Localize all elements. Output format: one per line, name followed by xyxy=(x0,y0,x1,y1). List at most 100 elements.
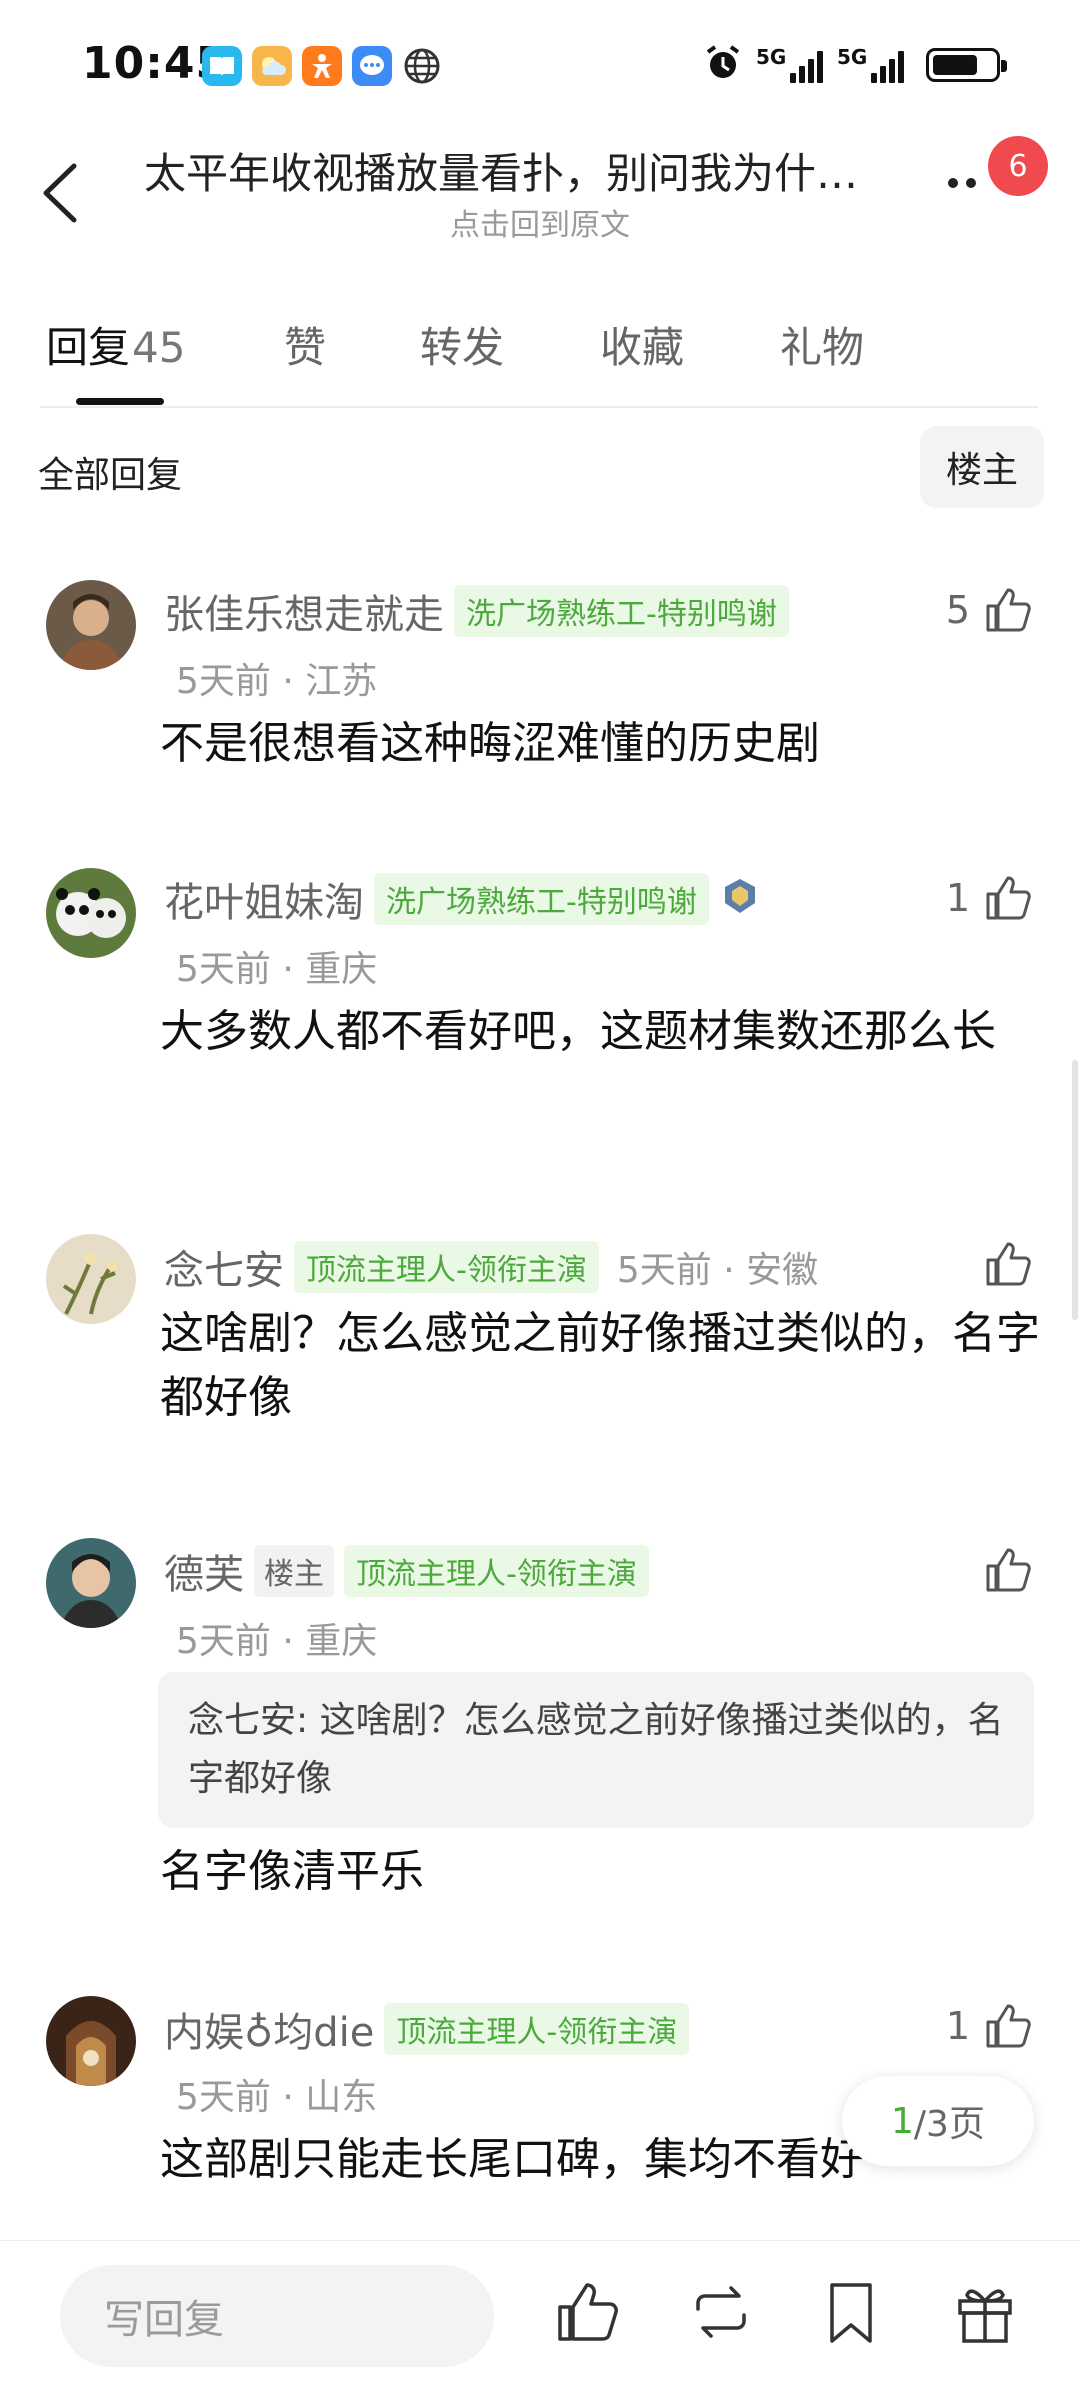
like-button[interactable]: 1 xyxy=(946,2000,1034,2052)
like-count: 5 xyxy=(945,588,970,632)
username[interactable]: 内娱♁均die xyxy=(164,2000,374,2058)
avatar[interactable] xyxy=(46,868,136,958)
like-count: 1 xyxy=(945,876,970,920)
comment-location: 山东 xyxy=(305,2077,378,2118)
book-app-icon xyxy=(202,46,242,86)
comment-text: 大多数人都不看好吧，这题材集数还那么长 xyxy=(160,1006,996,1057)
comment-location: 重庆 xyxy=(305,949,378,990)
tab-label: 回复 xyxy=(46,323,131,372)
comment-time: 5天前 xyxy=(176,949,271,990)
all-replies-label: 全部回复 xyxy=(38,455,183,496)
user-badge: 顶流主理人-领衔主演 xyxy=(384,2003,690,2055)
tab-replies[interactable]: 回复45 xyxy=(46,314,185,375)
quoted-reply[interactable]: 念七安: 这啥剧？怎么感觉之前好像播过类似的，名字都好像 xyxy=(158,1672,1034,1828)
like-button[interactable]: 5 xyxy=(946,584,1034,636)
meta-separator: · xyxy=(282,949,294,990)
avatar[interactable] xyxy=(46,1234,136,1324)
message-app-icon xyxy=(352,46,392,86)
user-badge: 洗广场熟练工-特别鸣谢 xyxy=(374,873,709,925)
more-dot-icon xyxy=(966,178,976,188)
more-options-button[interactable] xyxy=(948,178,976,188)
like-button[interactable]: 1 xyxy=(946,872,1034,924)
meta-separator: · xyxy=(723,1250,735,1291)
bottom-action-bar: 写回复 xyxy=(0,2240,1080,2392)
username[interactable]: 德芙 xyxy=(164,1542,244,1600)
comment-location: 江苏 xyxy=(305,661,378,702)
like-button[interactable] xyxy=(982,1544,1034,1596)
notification-icons xyxy=(202,46,442,86)
owner-only-button[interactable]: 楼主 xyxy=(920,426,1044,508)
divider xyxy=(40,406,1038,408)
weather-app-icon xyxy=(252,46,292,86)
meta-separator: · xyxy=(282,1621,294,1662)
comment-meta: 5天前 · 重庆 xyxy=(176,1612,377,1664)
comment-time: 5天前 xyxy=(176,661,271,702)
thumbs-up-icon xyxy=(558,2283,618,2341)
thumbs-up-icon xyxy=(986,1242,1031,1286)
thumbs-up-icon xyxy=(986,1548,1031,1592)
user-badge: 顶流主理人-领衔主演 xyxy=(344,1545,649,1597)
gift-button[interactable] xyxy=(950,2277,1020,2347)
thumbs-up-icon xyxy=(986,2004,1031,2048)
medal-icon xyxy=(719,876,761,922)
bookmark-button[interactable] xyxy=(816,2277,886,2347)
gift-icon xyxy=(958,2289,1012,2343)
username[interactable]: 花叶姐妹淘 xyxy=(164,870,364,928)
scrollbar[interactable] xyxy=(1072,1060,1078,1320)
like-count: 1 xyxy=(945,2004,970,2048)
comment-time: 5天前 xyxy=(176,1621,271,1662)
tab-bar: 回复45 赞 转发 收藏 礼物 xyxy=(0,300,1080,410)
comment-text: 不是很想看这种晦涩难懂的历史剧 xyxy=(160,718,820,769)
repost-button[interactable] xyxy=(686,2277,756,2347)
thumbs-up-icon xyxy=(986,588,1031,632)
repost-icon xyxy=(696,2286,746,2338)
avatar[interactable] xyxy=(46,1538,136,1628)
total-pages: /3页 xyxy=(913,2104,985,2145)
comment-time: 5天前 xyxy=(616,1250,712,1291)
comment-text: 名字像清平乐 xyxy=(160,1846,424,1897)
network-type-label: 5G xyxy=(837,45,868,69)
active-tab-indicator xyxy=(76,398,164,405)
username[interactable]: 念七安 xyxy=(164,1238,284,1296)
comment-location: 安徽 xyxy=(746,1250,819,1291)
reply-count: 45 xyxy=(132,323,186,372)
tab-favorites[interactable]: 收藏 xyxy=(600,314,684,375)
avatar[interactable] xyxy=(46,580,136,670)
comment-meta: 5天前 · 江苏 xyxy=(176,652,377,704)
bookmark-icon xyxy=(830,2283,872,2343)
username[interactable]: 张佳乐想走就走 xyxy=(164,582,444,640)
reply-input[interactable]: 写回复 xyxy=(60,2265,494,2367)
more-dot-icon xyxy=(948,178,958,188)
comment-location: 重庆 xyxy=(305,1621,378,1662)
network-type-label: 5G xyxy=(756,45,787,69)
like-post-button[interactable] xyxy=(552,2277,622,2347)
tab-likes[interactable]: 赞 xyxy=(284,314,326,375)
like-button[interactable] xyxy=(982,1238,1034,1290)
tab-reposts[interactable]: 转发 xyxy=(420,314,504,375)
alarm-icon xyxy=(704,44,742,86)
back-to-original-link[interactable]: 点击回到原文 xyxy=(0,200,1080,244)
comment-meta: 5天前 · 山东 xyxy=(176,2068,377,2120)
notification-badge[interactable]: 6 xyxy=(988,136,1048,196)
post-title[interactable]: 太平年收视播放量看扑，别问我为什… xyxy=(144,140,904,201)
signal-sim2-icon: 5G xyxy=(837,47,904,83)
globe-icon xyxy=(402,46,442,86)
signal-sim1-icon: 5G xyxy=(756,47,823,83)
tab-gifts[interactable]: 礼物 xyxy=(780,314,864,375)
avatar[interactable] xyxy=(46,1996,136,2086)
user-badge: 洗广场熟练工-特别鸣谢 xyxy=(454,585,789,637)
comment-meta: 5天前 · 安徽 xyxy=(617,1241,818,1293)
user-badge: 顶流主理人-领衔主演 xyxy=(294,1241,599,1293)
thumbs-up-icon xyxy=(986,876,1031,920)
comment-meta: 5天前 · 重庆 xyxy=(176,940,377,992)
status-bar: 10:45 5G 5G xyxy=(0,0,1080,130)
post-header: 太平年收视播放量看扑，别问我为什… 点击回到原文 6 xyxy=(0,130,1080,250)
comment-text: 这啥剧？怎么感觉之前好像播过类似的，名字都好像 xyxy=(160,1308,1040,1423)
meta-separator: · xyxy=(282,661,294,702)
meta-separator: · xyxy=(282,2077,294,2118)
battery-icon xyxy=(926,48,1007,82)
owner-badge: 楼主 xyxy=(254,1545,334,1597)
current-page: 1 xyxy=(891,2100,914,2142)
comment-time: 5天前 xyxy=(176,2077,271,2118)
page-indicator[interactable]: 1/3页 xyxy=(842,2076,1034,2166)
